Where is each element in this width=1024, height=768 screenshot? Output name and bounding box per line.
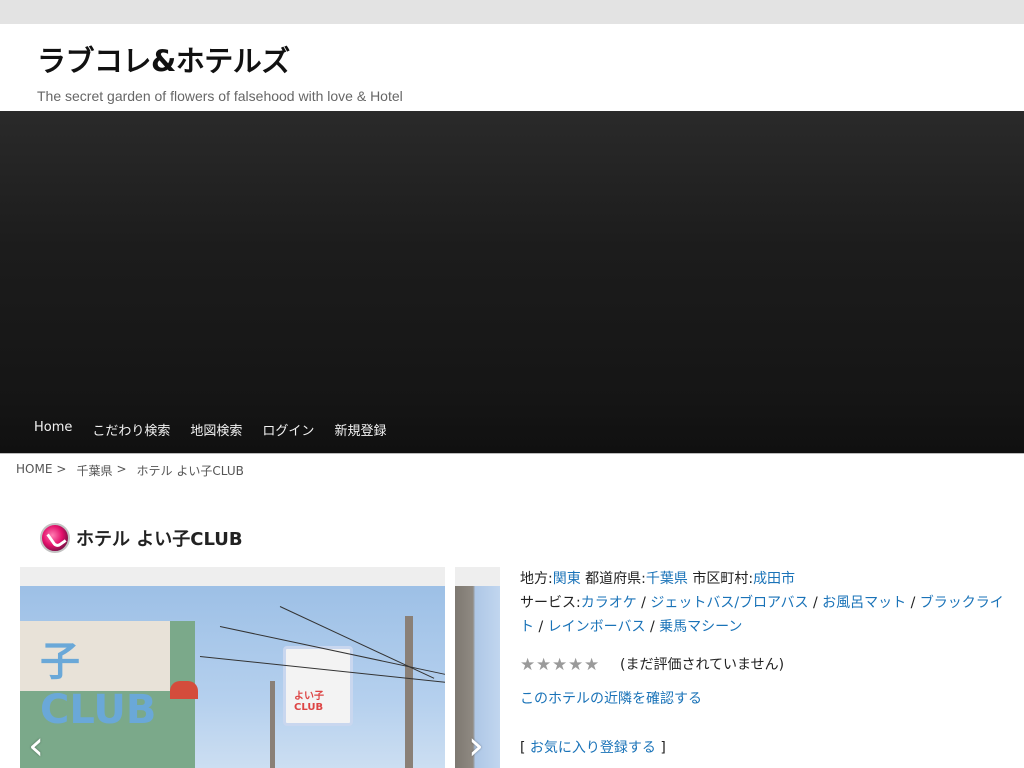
service-riding-machine[interactable]: 乗馬マシーン — [659, 619, 742, 635]
photo-board-text: よい子CLUB — [294, 691, 324, 713]
star-icon[interactable]: ★ — [552, 657, 568, 674]
rating-stars[interactable]: ★ ★ ★ ★ ★ — [520, 657, 600, 674]
hotel-content: 子CLUB よい子CLUB ‹ › 地方:関東 都道府県:千葉県 市区町村:成田… — [0, 567, 1024, 768]
favorite-row: [ お気に入り登録する ] — [520, 736, 1004, 760]
chevron-right-icon[interactable]: › — [468, 723, 484, 768]
city-link[interactable]: 成田市 — [753, 571, 795, 587]
gallery-slide-current[interactable]: 子CLUB よい子CLUB — [20, 567, 445, 768]
service-rainbow-bath[interactable]: レインボーバス — [548, 619, 646, 635]
nearby-row: このホテルの近隣を確認する — [520, 687, 1004, 711]
service-bath-mat[interactable]: お風呂マット — [822, 595, 906, 611]
hotel-title-row: ホテル よい子CLUB — [0, 484, 1024, 564]
services-label: サービス: — [520, 595, 581, 611]
chevron-left-icon[interactable]: ‹ — [28, 723, 44, 768]
star-icon[interactable]: ★ — [520, 657, 536, 674]
favorite-bracket-open: [ — [520, 740, 526, 756]
site-title[interactable]: ラブコレ&ホテルズ — [37, 38, 1024, 80]
nav-login[interactable]: ログイン — [252, 420, 324, 439]
star-icon[interactable]: ★ — [536, 657, 552, 674]
photo-sign-pole — [270, 681, 275, 768]
star-icon[interactable]: ★ — [584, 657, 600, 674]
rating-text: (まだ評価されていません) — [620, 657, 785, 673]
photo-gallery[interactable]: 子CLUB よい子CLUB ‹ › — [20, 567, 500, 768]
region-label: 地方: — [520, 571, 553, 587]
star-icon[interactable]: ★ — [568, 657, 584, 674]
nearby-link[interactable]: このホテルの近隣を確認する — [520, 691, 702, 707]
photo-sign-text: 子CLUB — [40, 639, 157, 733]
favorite-bracket-close: ] — [660, 740, 666, 756]
nav-detail-search[interactable]: こだわり検索 — [82, 420, 180, 439]
photo-utility-pole — [405, 616, 413, 768]
photo-building-sign: 子CLUB — [20, 621, 170, 733]
photo-awning — [170, 681, 198, 699]
region-link[interactable]: 関東 — [553, 571, 581, 587]
hotel-info: 地方:関東 都道府県:千葉県 市区町村:成田市 サービス:カラオケ / ジェット… — [520, 567, 1004, 768]
main-nav: Home こだわり検索 地図検索 ログイン 新規登録 — [24, 420, 396, 439]
favorite-link[interactable]: お気に入り登録する — [530, 740, 656, 756]
nav-home[interactable]: Home — [24, 420, 82, 439]
breadcrumb-current: ホテル よい子CLUB — [136, 464, 244, 478]
breadcrumb-separator: > — [116, 462, 127, 476]
city-label: 市区町村: — [692, 571, 754, 587]
pref-link[interactable]: 千葉県 — [646, 571, 688, 587]
top-bar — [0, 0, 1024, 24]
services-row: サービス:カラオケ / ジェットバス/ブロアバス / お風呂マット / ブラック… — [520, 595, 1004, 635]
photo-signboard: よい子CLUB — [283, 646, 353, 726]
nav-map-search[interactable]: 地図検索 — [180, 420, 252, 439]
breadcrumb: HOME > 千葉県 > ホテル よい子CLUB — [0, 454, 1024, 484]
photo-building: 子CLUB — [20, 621, 195, 768]
hero-banner: Home こだわり検索 地図検索 ログイン 新規登録 — [0, 111, 1024, 454]
pref-label: 都道府県: — [585, 571, 646, 587]
hotel-name: ホテル よい子CLUB — [76, 529, 243, 550]
location-row: 地方:関東 都道府県:千葉県 市区町村:成田市 — [520, 567, 1004, 591]
site-description: The secret garden of flowers of falsehoo… — [37, 88, 403, 104]
rating-row: ★ ★ ★ ★ ★ (まだ評価されていません) — [520, 653, 1004, 677]
nav-register[interactable]: 新規登録 — [324, 420, 396, 439]
breadcrumb-home[interactable]: HOME — [16, 462, 52, 484]
hotel-logo-icon — [40, 523, 70, 553]
breadcrumb-separator: > — [56, 462, 67, 476]
breadcrumb-pref[interactable]: 千葉県 — [76, 462, 112, 484]
service-karaoke[interactable]: カラオケ — [581, 595, 637, 611]
site-header: ラブコレ&ホテルズ The secret garden of flowers o… — [0, 24, 1024, 111]
hotel-photo: 子CLUB よい子CLUB — [20, 586, 445, 768]
service-jetbath[interactable]: ジェットバス/ブロアバス — [650, 595, 808, 611]
